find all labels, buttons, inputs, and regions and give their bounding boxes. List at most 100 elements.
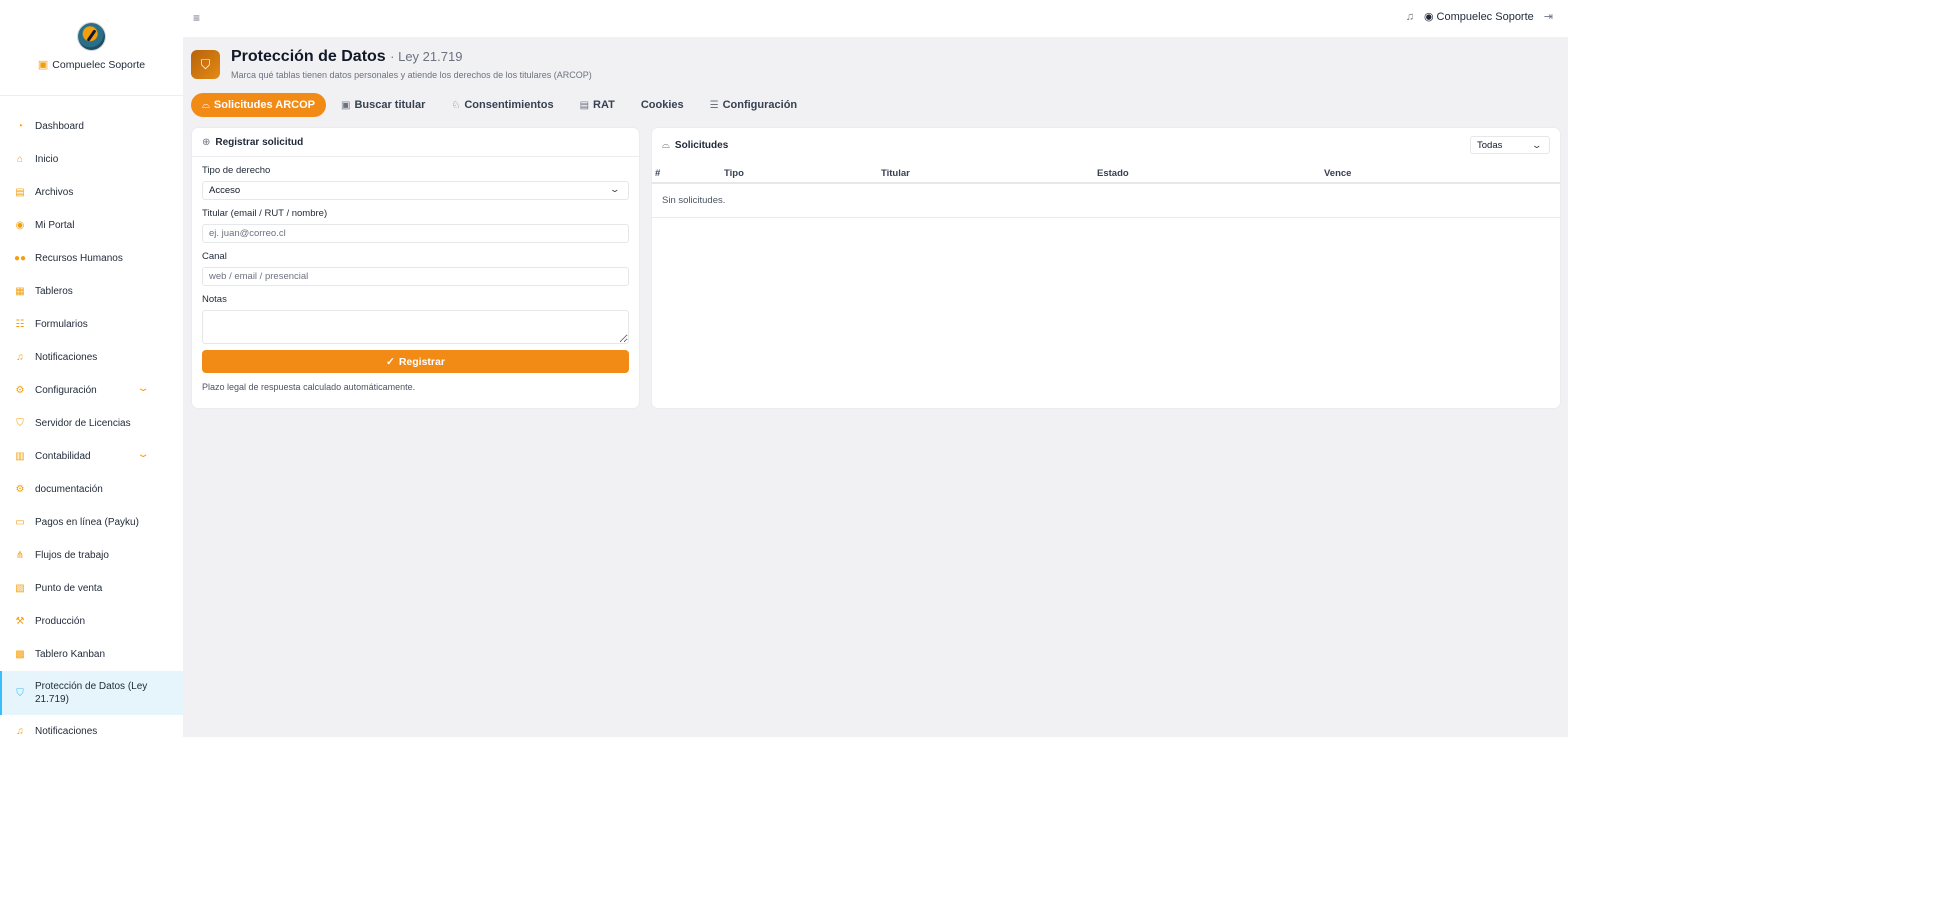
bell-icon: ♫ [16, 352, 24, 363]
registrar-button[interactable]: ✓ Registrar [202, 350, 629, 373]
brand-name-row: ▣ Compuelec Soporte [0, 58, 183, 72]
app-root: ▣ Compuelec Soporte ◔ Dashboard ⌂ Inicio ▤… [0, 0, 1568, 737]
tab-buscar-titular[interactable]: ▣ Buscar titular [330, 93, 436, 117]
sidebar-item-label: Notificaciones [35, 352, 98, 363]
tipo-select-wrap: Acceso ⌄ [202, 181, 629, 200]
sidebar-item-produccion[interactable]: ⚒ Producción [0, 605, 183, 638]
tipo-derecho-select[interactable]: Acceso [202, 181, 629, 200]
column-header[interactable]: # [655, 168, 660, 179]
chevron-down-icon[interactable]: ⌄ [136, 449, 149, 460]
sidebar-item-formularios[interactable]: ☷ Formularios [0, 308, 183, 341]
card-title: Solicitudes [674, 139, 729, 151]
sidebar-item-documentacion[interactable]: ⚙ documentación [0, 473, 183, 506]
form-icon: ☷ [15, 319, 25, 330]
column-header[interactable]: Tipo [724, 168, 744, 179]
sidebar-item-label: Recursos Humanos [35, 253, 123, 264]
shield-icon: ⛉ [16, 687, 24, 699]
sidebar-item-flujos-trabajo[interactable]: ⋔ Flujos de trabajo [0, 539, 183, 572]
topbar: ≡ ♫ ◉ Compuelec Soporte ⇥ [183, 0, 1568, 37]
sidebar-item-label: Inicio [35, 154, 59, 165]
sidebar-item-pagos-payku[interactable]: ▭ Pagos en línea (Payku) [0, 506, 183, 539]
sidebar-item-punto-venta[interactable]: ▧ Punto de venta [0, 572, 183, 605]
sidebar-item-label: Punto de venta [35, 583, 103, 594]
chevron-down-icon: ⌄ [1531, 140, 1543, 150]
card-header: ⊕ Registrar solicitud [192, 128, 639, 157]
sidebar-item-label: Tableros [35, 286, 73, 297]
bell-icon[interactable]: ♫ [1406, 11, 1414, 23]
shield-icon: ⛉ [16, 418, 24, 429]
empty-message: Sin solicitudes. [662, 195, 726, 206]
tab-label: Cookies [640, 99, 684, 111]
sidebar-item-label: Producción [35, 616, 86, 627]
chevron-down-icon[interactable]: ⌄ [136, 383, 149, 394]
plus-circle-icon: ⊕ [202, 136, 211, 148]
sidebar-item-label: Configuración [35, 385, 97, 396]
column-header[interactable]: Vence [1324, 168, 1351, 179]
menu-icon[interactable]: ≡ [193, 11, 200, 25]
tab-cookies[interactable]: Cookies [630, 93, 695, 117]
tab-label: Buscar titular [354, 99, 426, 111]
logout-icon[interactable]: ⇥ [1544, 10, 1553, 23]
tab-rat[interactable]: ▤ RAT [569, 93, 626, 117]
sidebar-item-label: Tablero Kanban [35, 649, 106, 660]
sidebar-item-label: Pagos en línea (Payku) [35, 517, 139, 528]
user-menu[interactable]: ◉ Compuelec Soporte [1423, 10, 1534, 24]
workflow-icon: ⋔ [15, 550, 25, 561]
sliders-icon: ☰ [709, 99, 719, 111]
sidebar-item-contabilidad[interactable]: ▥ Contabilidad ⌄ [0, 440, 183, 473]
sidebar-nav: ◔ Dashboard ⌂ Inicio ▤ Archivos ◉ Mi Portal … [0, 110, 183, 737]
tab-label: Configuración [722, 99, 798, 111]
hand-icon: ♘ [451, 99, 461, 111]
tab-solicitudes-arcop[interactable]: ⌓ Solicitudes ARCOP [191, 93, 326, 117]
status-filter-select[interactable]: Todas ⌄ [1470, 136, 1550, 154]
sidebar-item-label: Notificaciones [35, 726, 98, 737]
sidebar-item-label: documentación [35, 484, 103, 495]
user-name: Compuelec Soporte [1436, 10, 1534, 23]
user-circle-icon: ◉ [1423, 11, 1434, 23]
sidebar-item-label: Servidor de Licencias [35, 418, 131, 429]
user-circle-icon: ◉ [15, 220, 25, 231]
sidebar-item-archivos[interactable]: ▤ Archivos [0, 176, 183, 209]
requests-list-card: ⌓ Solicitudes Todas ⌄ # Tipo Titular Est… [651, 127, 1561, 409]
bell-icon: ♫ [16, 726, 24, 737]
tab-label: RAT [593, 99, 615, 111]
id-card-icon: ▣ [340, 99, 351, 111]
grid-icon: ▦ [15, 286, 25, 297]
sidebar-item-notificaciones[interactable]: ♫ Notificaciones [0, 341, 183, 374]
gear-icon: ⚙ [15, 385, 25, 396]
sidebar: ▣ Compuelec Soporte ◔ Dashboard ⌂ Inicio ▤… [0, 0, 184, 737]
sidebar-item-tableros[interactable]: ▦ Tableros [0, 275, 183, 308]
empty-row: Sin solicitudes. [652, 185, 1560, 218]
receipt-icon: ▧ [15, 583, 25, 594]
sidebar-item-dashboard[interactable]: ◔ Dashboard [0, 110, 183, 143]
table-header: # Tipo Titular Estado Vence [652, 165, 1560, 184]
tab-configuracion[interactable]: ☰ Configuración [699, 93, 809, 117]
tab-consentimientos[interactable]: ♘ Consentimientos [440, 93, 564, 117]
sidebar-item-mi-portal[interactable]: ◉ Mi Portal [0, 209, 183, 242]
brand-name: Compuelec Soporte [52, 58, 146, 71]
brand-logo[interactable] [78, 23, 105, 50]
notas-textarea[interactable] [202, 310, 629, 344]
sidebar-item-recursos-humanos[interactable]: ●● Recursos Humanos [0, 242, 183, 275]
document-icon: ▣ [37, 59, 49, 71]
canal-input[interactable] [202, 267, 629, 286]
sidebar-item-servidor-licencias[interactable]: ⛉ Servidor de Licencias [0, 407, 183, 440]
hammer-icon: ⚒ [15, 616, 25, 627]
tab-bar: ⌓ Solicitudes ARCOP ▣ Buscar titular ♘ Cons… [191, 93, 808, 117]
notas-label: Notas [202, 294, 227, 305]
sidebar-item-proteccion-datos[interactable]: ⛉ Protección de Datos (Ley 21.719) [0, 671, 183, 715]
credit-card-icon: ▭ [15, 517, 25, 528]
sidebar-item-inicio[interactable]: ⌂ Inicio [0, 143, 183, 176]
main-content: ⛉ Protección de Datos · Ley 21.719 Marca… [183, 37, 1568, 737]
column-header[interactable]: Estado [1097, 168, 1129, 179]
sidebar-item-tablero-kanban[interactable]: ▩ Tablero Kanban [0, 638, 183, 671]
register-form: Tipo de derecho Acceso ⌄ Titular (email … [202, 165, 629, 392]
page-subtitle: · Ley 21.719 [390, 49, 463, 64]
titular-input[interactable] [202, 224, 629, 243]
sidebar-item-configuracion[interactable]: ⚙ Configuración ⌄ [0, 374, 183, 407]
check-icon: ✓ [386, 355, 395, 368]
sidebar-item-label: Mi Portal [35, 220, 75, 231]
column-header[interactable]: Titular [881, 168, 910, 179]
document-icon: ▤ [579, 99, 590, 111]
sidebar-item-notificaciones-2[interactable]: ♫ Notificaciones [0, 715, 183, 737]
